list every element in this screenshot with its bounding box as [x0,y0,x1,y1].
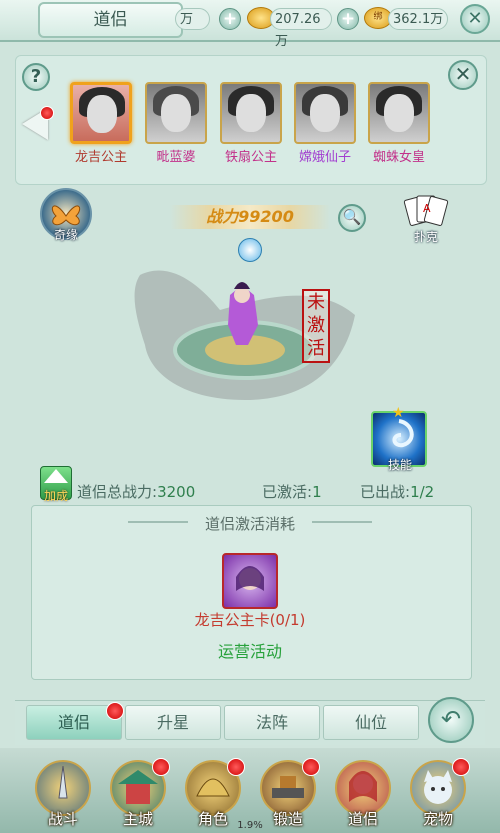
item-card-label: 龙吉公主卡(0/1) [194,611,306,629]
cost-title: 道侣激活消耗 [204,515,295,533]
total-power: 道侣总战力:3200 [77,483,196,501]
notification-dot [452,758,470,776]
bonus-label: 加成 [43,489,68,503]
character-portrait[interactable] [294,82,356,144]
cards-icon: A [403,195,449,226]
character-portrait[interactable] [70,82,132,144]
search-icon[interactable]: 🔍 [338,204,366,232]
poker-button[interactable]: A [403,192,449,232]
add-gold-button[interactable]: + [337,8,359,30]
item-source-link[interactable]: 运营活动 [0,638,500,662]
notification-dot [40,106,54,120]
character-name: 嫦娥仙子 [298,150,351,165]
tab-fazhen[interactable]: 法阵 [224,705,320,740]
close-icon[interactable]: ✕ [460,4,490,34]
deployed-count: 已出战:1/2 [360,483,435,501]
sword-icon [58,765,68,799]
combat-power: 战力99200 [170,205,330,229]
notification-dot [302,758,320,776]
add-resource-button[interactable]: + [219,8,241,30]
character-name: 铁扇公主 [224,150,277,165]
character-name: 毗蓝婆 [156,150,196,165]
help-button[interactable]: ? [22,63,50,91]
item-card[interactable] [222,553,278,609]
notification-dot [106,702,124,720]
portrait-icon [236,566,264,591]
level-progress: 1.9% [237,820,263,831]
activated-count: 已激活:1 [262,483,322,501]
tab-shengxing[interactable]: 升星 [125,705,221,740]
nav-label-city: 主城 [122,810,153,828]
gold-amount: 207.26万 [270,8,332,49]
notification-dot [152,758,170,776]
page-title: 道侣 [38,2,183,38]
bound-gold-amount: 362.1万 [388,8,448,30]
star-icon: ★ [392,405,405,421]
character-name: 蜘蛛女皇 [372,150,425,165]
qiyuan-label: 奇缘 [53,228,78,242]
svg-text:A: A [423,202,431,215]
resource-partial: 万 [175,8,210,30]
close-panel-button[interactable]: ✕ [448,60,478,90]
nav-label-pet: 宠物 [422,810,453,828]
notification-dot [227,758,245,776]
character-portrait[interactable] [368,82,430,144]
back-icon[interactable]: ↶ [428,697,474,743]
character-portrait[interactable] [145,82,207,144]
not-activated-seal: 未激活 [302,289,330,363]
skill-label: 技能 [387,458,412,472]
arrow-up-icon [44,469,68,483]
character-portrait[interactable] [220,82,282,144]
fairy-icon [349,771,377,802]
tab-xianwei[interactable]: 仙位 [323,705,419,740]
nav-label-battle: 战斗 [47,810,78,828]
character-name: 龙吉公主 [74,150,127,165]
nav-label-companion: 道侣 [347,810,378,828]
poker-label: 扑克 [413,230,438,244]
